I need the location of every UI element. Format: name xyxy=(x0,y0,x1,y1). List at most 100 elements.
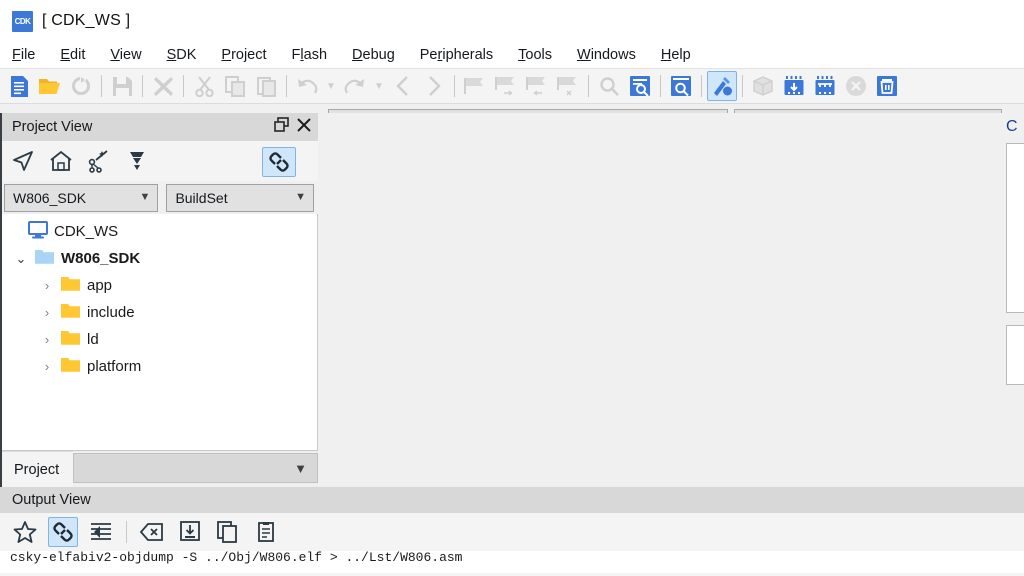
tree-item-label: include xyxy=(87,304,135,321)
close-icon[interactable] xyxy=(296,117,312,138)
output-log-line: csky-elfabiv2-objdump -S ../Obj/W806.elf… xyxy=(0,551,1024,573)
find-in-files-icon[interactable] xyxy=(625,71,655,101)
project-view-title: Project View xyxy=(12,119,93,135)
sdk-combo[interactable]: W806_SDK ▼ xyxy=(4,183,159,212)
chevron-down-icon: ▼ xyxy=(294,460,307,476)
redo-icon xyxy=(340,71,370,101)
build-icon[interactable] xyxy=(707,71,737,101)
redo-dropdown-icon: ▼ xyxy=(374,80,384,92)
toolbar-separator xyxy=(742,75,743,97)
menu-tools[interactable]: Tools xyxy=(518,47,552,63)
menu-edit[interactable]: Edit xyxy=(60,47,85,63)
tree-item-label: platform xyxy=(87,358,142,375)
menu-view[interactable]: View xyxy=(110,47,141,63)
tree-twisty-collapsed-icon[interactable]: › xyxy=(40,278,54,293)
toolbar-separator xyxy=(101,75,102,97)
copy-icon[interactable] xyxy=(213,517,243,547)
workspace-icon xyxy=(28,220,48,243)
download-icon[interactable] xyxy=(779,71,809,101)
tree-item-w806-sdk[interactable]: ⌄ W806_SDK xyxy=(2,245,317,272)
refresh-icon xyxy=(66,71,96,101)
toolbar-separator xyxy=(454,75,455,97)
tree-item-app[interactable]: › app xyxy=(2,272,317,299)
folder-yellow-icon xyxy=(60,302,81,323)
save-output-icon[interactable] xyxy=(175,517,205,547)
chevron-down-icon: ▼ xyxy=(139,191,151,203)
flash-download-icon[interactable] xyxy=(810,71,840,101)
bookmark-clear-icon xyxy=(553,71,583,101)
output-view-toolbar xyxy=(0,513,1024,551)
tab-project[interactable]: Project xyxy=(0,451,74,487)
link-editor-icon[interactable] xyxy=(262,147,296,177)
editor-pane-secondary[interactable] xyxy=(1006,325,1024,385)
paste-icon[interactable] xyxy=(251,517,281,547)
navigate-forward-icon xyxy=(419,71,449,101)
main-toolbar: ▼ ▼ xyxy=(0,68,1024,104)
menu-sdk[interactable]: SDK xyxy=(167,47,197,63)
project-selectors: W806_SDK ▼ BuildSet ▼ xyxy=(0,181,318,214)
toolbar-separator xyxy=(701,75,702,97)
package-icon xyxy=(748,71,778,101)
search-document-icon[interactable] xyxy=(666,71,696,101)
tree-twisty-expanded-icon[interactable]: ⌄ xyxy=(14,251,28,267)
tree-item-label: app xyxy=(87,277,113,294)
toolbar-separator xyxy=(286,75,287,97)
toolbar-separator xyxy=(588,75,589,97)
word-wrap-icon[interactable] xyxy=(86,517,116,547)
sdk-combo-value: W806_SDK xyxy=(13,189,87,206)
tree-item-platform[interactable]: › platform xyxy=(2,353,317,380)
output-toolbar-separator xyxy=(126,521,127,543)
tab-project-label: Project xyxy=(14,461,60,478)
tree-twisty-collapsed-icon[interactable]: › xyxy=(40,359,54,374)
menu-windows[interactable]: Windows xyxy=(577,47,636,63)
tree-item-ld[interactable]: › ld xyxy=(2,326,317,353)
dock-divider xyxy=(0,113,2,487)
clear-icon[interactable] xyxy=(137,517,167,547)
editor-area: C xyxy=(318,113,1024,487)
tree-item-label: W806_SDK xyxy=(61,250,141,267)
project-bottom-combo[interactable]: ▼ xyxy=(73,453,318,483)
folder-blue-icon xyxy=(34,248,55,269)
editor-pane[interactable] xyxy=(1006,143,1024,313)
folder-yellow-icon xyxy=(60,356,81,377)
stop-icon xyxy=(841,71,871,101)
save-icon xyxy=(107,71,137,101)
cdk-ide-window: CDK [ CDK_WS ] File Edit View SDK Projec… xyxy=(0,0,1024,576)
buildset-combo[interactable]: BuildSet ▼ xyxy=(166,183,314,212)
new-file-icon[interactable] xyxy=(4,71,34,101)
tree-twisty-collapsed-icon[interactable]: › xyxy=(40,332,54,347)
open-folder-icon[interactable] xyxy=(35,71,65,101)
menu-bar: File Edit View SDK Project Flash Debug P… xyxy=(0,42,1024,68)
collapse-all-icon[interactable] xyxy=(124,148,150,174)
menu-debug[interactable]: Debug xyxy=(352,47,395,63)
cut-icon xyxy=(189,71,219,101)
project-view-tabs: Project ▼ xyxy=(0,451,318,487)
tree-twisty-collapsed-icon[interactable]: › xyxy=(40,305,54,320)
project-tree[interactable]: CDK_WS ⌄ W806_SDK › app › include › ld ›… xyxy=(1,214,318,451)
tree-item-workspace[interactable]: CDK_WS xyxy=(2,218,317,245)
folder-yellow-icon xyxy=(60,275,81,296)
toolbar-separator xyxy=(660,75,661,97)
output-view-panel: Output View csky-elfabiv2-objdump -S ../… xyxy=(0,487,1024,576)
home-icon[interactable] xyxy=(48,148,74,174)
menu-help[interactable]: Help xyxy=(661,47,691,63)
magic-wand-icon[interactable] xyxy=(86,148,112,174)
menu-project[interactable]: Project xyxy=(221,47,266,63)
undo-dropdown-icon: ▼ xyxy=(326,80,336,92)
bookmark-next-icon xyxy=(491,71,521,101)
restore-icon[interactable] xyxy=(274,116,290,138)
navigate-icon[interactable] xyxy=(10,148,36,174)
menu-peripherals[interactable]: Peripherals xyxy=(420,47,493,63)
clean-icon[interactable] xyxy=(872,71,902,101)
window-title: [ CDK_WS ] xyxy=(42,12,131,29)
link-icon[interactable] xyxy=(48,517,78,547)
tree-item-include[interactable]: › include xyxy=(2,299,317,326)
bookmark-toggle-icon xyxy=(460,71,490,101)
bookmark-prev-icon xyxy=(522,71,552,101)
paste-icon xyxy=(251,71,281,101)
output-view-header: Output View xyxy=(0,487,1024,513)
editor-tab-label: C xyxy=(1006,118,1018,135)
menu-flash[interactable]: Flash xyxy=(292,47,327,63)
menu-file[interactable]: File xyxy=(12,47,35,63)
favorite-star-icon[interactable] xyxy=(10,517,40,547)
